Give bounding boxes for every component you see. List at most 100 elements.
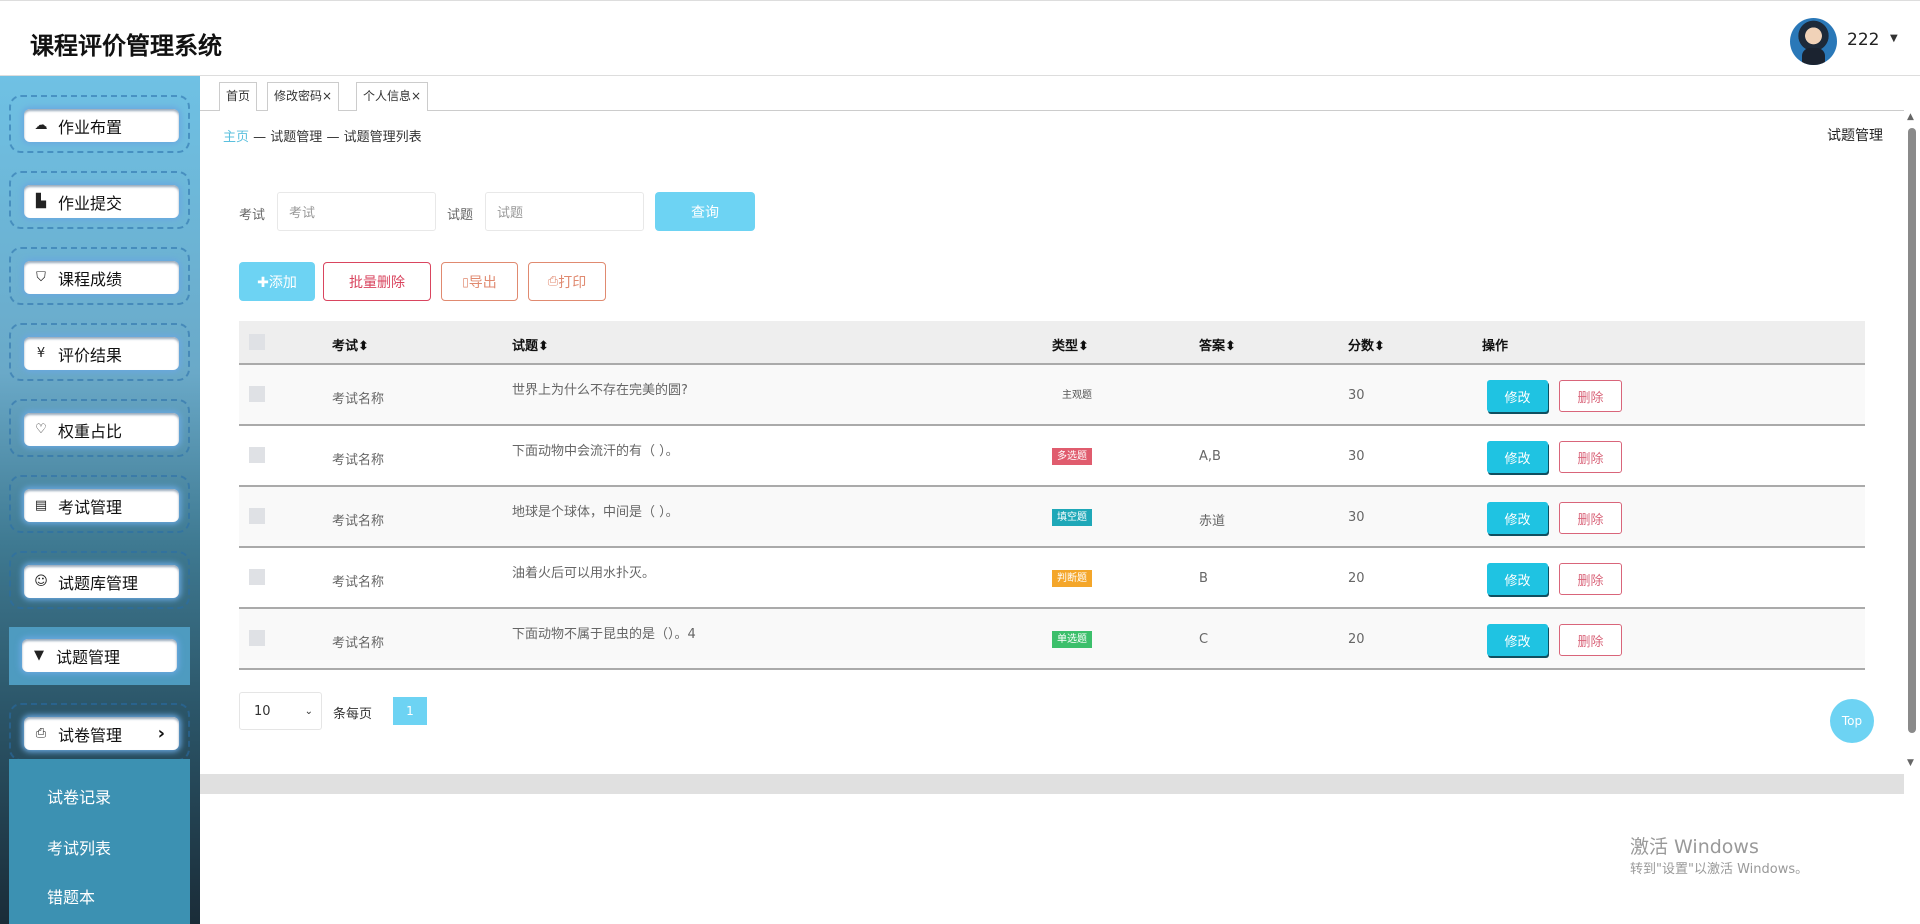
sidebar-item-label: 权重占比 — [58, 421, 123, 441]
sidebar-item-label: 作业提交 — [58, 193, 123, 213]
page-size-select[interactable]: 10 ⌄ — [239, 692, 322, 730]
sidebar-item-course-grades[interactable]: ⛉ 课程成绩 — [9, 247, 190, 305]
submenu: 试卷记录 考试列表 错题本 — [9, 759, 190, 924]
delete-button[interactable]: 删除 — [1559, 441, 1622, 473]
delete-button[interactable]: 删除 — [1559, 624, 1622, 656]
question-text: 油着火后可以用水扑灭。 — [512, 566, 656, 581]
sidebar-button[interactable]: ⎙ 试卷管理 › — [24, 717, 179, 750]
username[interactable]: 222 — [1847, 30, 1879, 50]
caret-down-icon[interactable]: ▼ — [1890, 33, 1898, 44]
breadcrumb-level3: 试题管理列表 — [343, 130, 422, 145]
sidebar-item-evaluation-results[interactable]: ¥ 评价结果 — [9, 323, 190, 381]
scroll-up-icon[interactable]: ▲ — [1907, 112, 1914, 122]
footer-band — [200, 774, 1904, 794]
question-type-badge: 填空题 — [1052, 509, 1092, 526]
chevron-right-icon: › — [157, 723, 165, 744]
document-icon: ▤ — [34, 498, 48, 513]
edit-button[interactable]: 修改 — [1487, 624, 1548, 656]
batch-delete-button[interactable]: 批量删除 — [323, 262, 431, 301]
header — [0, 0, 1920, 76]
sidebar-button[interactable]: ☁ 作业布置 — [24, 109, 179, 142]
page-title: 试题管理 — [1827, 128, 1883, 144]
col-question[interactable]: 试题⬍ — [512, 335, 549, 354]
row-checkbox[interactable] — [249, 447, 265, 463]
add-button[interactable]: ✚添加 — [239, 262, 315, 301]
windows-watermark-title: 激活 Windows — [1630, 836, 1759, 858]
question-text: 下面动物中会流汗的有（ ）。 — [512, 444, 679, 459]
tab-change-password[interactable]: 修改密码× — [267, 82, 340, 111]
sidebar-item-paper-management[interactable]: ⎙ 试卷管理 › — [9, 703, 190, 761]
heart-icon: ♡ — [35, 422, 47, 437]
edit-button[interactable]: 修改 — [1487, 380, 1548, 412]
windows-watermark-subtitle: 转到"设置"以激活 Windows。 — [1630, 862, 1809, 877]
table-row: 考试名称 油着火后可以用水扑灭。 判断题 B 20 修改 删除 — [239, 548, 1865, 609]
search-button[interactable]: 查询 — [655, 192, 755, 231]
col-score[interactable]: 分数⬍ — [1348, 335, 1385, 354]
col-type[interactable]: 类型⬍ — [1052, 335, 1089, 354]
row-checkbox[interactable] — [249, 508, 265, 524]
sidebar-button[interactable]: ⛉ 课程成绩 — [24, 261, 179, 294]
score: 20 — [1348, 632, 1365, 647]
question-text: 世界上为什么不存在完美的圆? — [512, 383, 688, 398]
col-exam[interactable]: 考试⬍ — [332, 335, 369, 354]
sidebar-item-weight-ratio[interactable]: ♡ 权重占比 — [9, 399, 190, 457]
avatar[interactable] — [1790, 18, 1837, 65]
smile-icon: ☺ — [34, 574, 48, 589]
per-page-label: 条每页 — [333, 707, 373, 722]
back-to-top-button[interactable]: Top — [1830, 699, 1874, 743]
sidebar-button[interactable]: ☺ 试题库管理 — [24, 565, 179, 598]
submenu-item-paper-records[interactable]: 试卷记录 — [47, 784, 111, 808]
sidebar-item-assignment-publish[interactable]: ☁ 作业布置 — [9, 95, 190, 153]
row-checkbox[interactable] — [249, 386, 265, 402]
export-button[interactable]: ▯ 导出 — [441, 262, 518, 301]
tab-home[interactable]: 首页 — [219, 82, 258, 111]
caret-down-icon: ▼ — [34, 648, 44, 663]
sidebar-item-label: 试题库管理 — [58, 573, 139, 593]
export-label: 导出 — [468, 274, 497, 291]
delete-button[interactable]: 删除 — [1559, 380, 1622, 412]
scrollbar-thumb[interactable] — [1908, 128, 1916, 733]
sidebar-button[interactable]: ♡ 权重占比 — [24, 413, 179, 446]
breadcrumb-home[interactable]: 主页 — [223, 130, 249, 145]
answer: C — [1199, 632, 1209, 647]
exam-label: 考试 — [239, 208, 266, 223]
sidebar-button[interactable]: ▼ 试题管理 — [22, 639, 177, 672]
cloud-upload-icon: ☁ — [34, 118, 48, 133]
exam-name: 考试名称 — [332, 575, 385, 590]
exam-name: 考试名称 — [332, 514, 385, 529]
print-button[interactable]: ⎙ 打印 — [528, 262, 606, 301]
edit-button[interactable]: 修改 — [1487, 441, 1548, 473]
delete-button[interactable]: 删除 — [1559, 502, 1622, 534]
breadcrumb: 主页 — 试题管理 — 试题管理列表 — [223, 126, 422, 145]
sidebar-button[interactable]: ▤ 考试管理 — [24, 489, 179, 522]
chevron-down-icon: ⌄ — [304, 705, 313, 717]
exam-search-input[interactable]: 考试 — [277, 192, 436, 231]
select-all-checkbox[interactable] — [249, 334, 265, 350]
submenu-item-exam-list[interactable]: 考试列表 — [47, 835, 111, 859]
sidebar-button[interactable]: ▙ 作业提交 — [24, 185, 179, 218]
app-title: 课程评价管理系统 — [30, 32, 222, 60]
question-type-badge: 判断题 — [1052, 570, 1092, 587]
scroll-down-icon[interactable]: ▼ — [1907, 758, 1914, 768]
question-type-badge: 主观题 — [1062, 390, 1092, 401]
row-checkbox[interactable] — [249, 569, 265, 585]
sidebar-item-question-bank[interactable]: ☺ 试题库管理 — [9, 551, 190, 609]
table-row: 考试名称 下面动物不属于昆虫的是（）。4 单选题 C 20 修改 删除 — [239, 609, 1865, 670]
delete-button[interactable]: 删除 — [1559, 563, 1622, 595]
edit-button[interactable]: 修改 — [1487, 563, 1548, 595]
question-search-input[interactable]: 试题 — [485, 192, 644, 231]
page-button-current[interactable]: 1 — [393, 697, 427, 725]
sidebar-item-assignment-submit[interactable]: ▙ 作业提交 — [9, 171, 190, 229]
row-checkbox[interactable] — [249, 630, 265, 646]
col-answer[interactable]: 答案⬍ — [1199, 335, 1236, 354]
tab-personal-info[interactable]: 个人信息× — [356, 82, 429, 111]
edit-button[interactable]: 修改 — [1487, 502, 1548, 534]
sidebar-item-question-management[interactable]: ▼ 试题管理 — [9, 627, 190, 685]
table-row: 考试名称 地球是个球体，中间是（ ）。 填空题 赤道 30 修改 删除 — [239, 487, 1865, 548]
sidebar-item-exam-management[interactable]: ▤ 考试管理 — [9, 475, 190, 533]
breadcrumb-sep: — — [253, 130, 267, 145]
submenu-item-wrong-questions[interactable]: 错题本 — [47, 884, 95, 908]
sidebar-button[interactable]: ¥ 评价结果 — [24, 337, 179, 370]
table-row: 考试名称 世界上为什么不存在完美的圆? 主观题 30 修改 删除 — [239, 365, 1865, 426]
answer: A,B — [1199, 449, 1221, 464]
